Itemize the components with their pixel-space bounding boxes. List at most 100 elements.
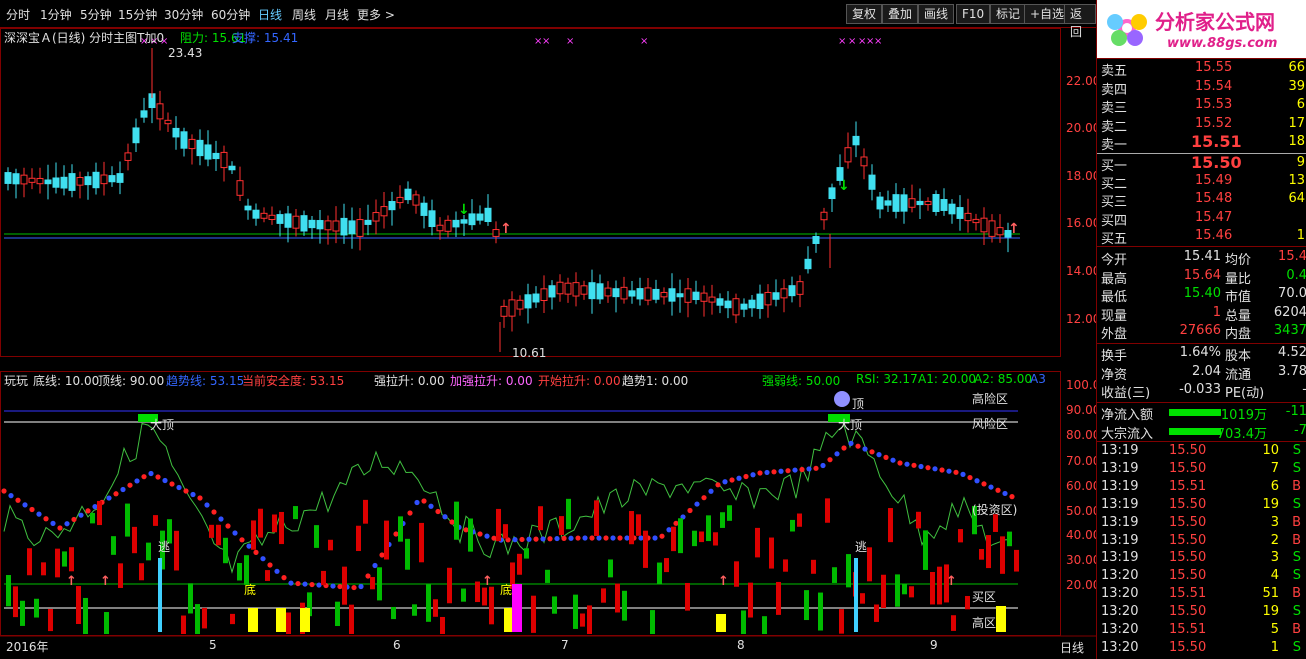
candle-body: [804, 258, 812, 270]
trend-dot: [568, 535, 574, 541]
tick-row[interactable]: 13:20 15.50 4 S: [1097, 568, 1306, 586]
big-top-label: 大顶: [838, 418, 863, 432]
trend-dot: [687, 507, 693, 514]
histogram-bar: [734, 561, 739, 587]
candle-body: [788, 285, 796, 297]
tick-side: S: [1292, 604, 1301, 620]
signal-marker: ×: [542, 36, 550, 47]
trend-dot: [190, 491, 196, 498]
period-tab-week[interactable]: 周线: [292, 6, 316, 23]
mark-button[interactable]: 标记: [990, 4, 1027, 24]
bottom-label: 底: [500, 583, 513, 597]
signal-block: [276, 608, 286, 632]
buy-level-row[interactable]: 买五 15.46 1: [1097, 228, 1306, 247]
candle-body: [84, 176, 92, 186]
chart-area[interactable]: × × × × × × × × × × × × ↓ ↓ ↑ ↑ ↑ ↑ ↑ ↑ ↑ 深深宝Ａ(日线) 分时主图T加0 阻…: [0, 28, 1108, 659]
high-risk-zone-label: 高险区: [972, 392, 1009, 406]
tick-row[interactable]: 13:19 15.50 10 S: [1097, 443, 1306, 461]
tick-row[interactable]: 13:19 15.50 3 S: [1097, 550, 1306, 568]
buy-level-volume: 13: [1288, 173, 1305, 189]
a1-legend: A1: 20.00: [918, 372, 977, 386]
candle-body: [732, 298, 740, 316]
tick-row[interactable]: 13:19 15.50 2 B: [1097, 533, 1306, 551]
signal-block: [512, 584, 522, 632]
trend-dot: [435, 508, 441, 515]
tick-row[interactable]: 13:19 15.51 6 B: [1097, 479, 1306, 497]
buy-level-price: 15.47: [1195, 209, 1233, 225]
buy-level-row[interactable]: 买一 15.50 9: [1097, 153, 1306, 174]
buy-level-row[interactable]: 买三 15.48 64: [1097, 191, 1306, 210]
histogram-bar: [97, 500, 102, 526]
histogram-bar: [209, 524, 214, 538]
histogram-bar: [265, 570, 270, 581]
flow-label: 大宗流入: [1101, 426, 1154, 442]
sell-level-row[interactable]: 卖四 15.54 39: [1097, 79, 1306, 98]
tick-row[interactable]: 13:19 15.50 3 B: [1097, 515, 1306, 533]
buy-level-row[interactable]: 买二 15.49 13: [1097, 173, 1306, 192]
histogram-bar: [741, 610, 746, 634]
tick-row[interactable]: 13:20 15.51 5 B: [1097, 622, 1306, 640]
f10-button[interactable]: F10: [956, 4, 991, 24]
tick-row[interactable]: 13:20 15.51 51 B: [1097, 586, 1306, 604]
overlay-button[interactable]: 叠加: [882, 4, 919, 24]
trend-dot: [617, 535, 623, 541]
trend-dot: [267, 562, 273, 568]
back-button[interactable]: 返回: [1064, 4, 1096, 39]
tick-row[interactable]: 13:20 15.50 1 S: [1097, 640, 1306, 658]
period-tab-more[interactable]: 更多 >: [357, 6, 395, 23]
candle-body: [484, 207, 492, 223]
candle-body: [20, 174, 28, 185]
draw-line-button[interactable]: 画线: [918, 4, 955, 24]
candle-body: [44, 179, 52, 185]
sell-level-row[interactable]: 卖一 15.51 18: [1097, 132, 1306, 153]
histogram-bar: [454, 501, 459, 540]
histogram-bar: [594, 500, 599, 537]
tick-side: B: [1292, 532, 1301, 548]
candle-body: [436, 224, 444, 232]
trend-dot: [610, 535, 616, 541]
histogram-bar: [699, 531, 704, 543]
trend-dot: [57, 525, 63, 531]
candle-body: [956, 207, 964, 219]
period-tab-1min[interactable]: 1分钟: [40, 6, 72, 23]
candle-body: [316, 220, 324, 230]
candle-body: [668, 288, 676, 302]
candle-body: [404, 188, 412, 201]
period-tab-fenshi[interactable]: 分时: [6, 6, 30, 23]
sell-level-row[interactable]: 卖二 15.52 17: [1097, 116, 1306, 135]
a2-legend: A2: 85.00: [974, 372, 1033, 386]
period-tab-60min[interactable]: 60分钟: [211, 6, 250, 23]
sell-level-row[interactable]: 卖五 15.55 66: [1097, 60, 1306, 79]
histogram-bar: [979, 548, 984, 560]
histogram-bar: [790, 519, 795, 532]
restore-rights-button[interactable]: 复权: [846, 4, 883, 24]
period-tab-30min[interactable]: 30分钟: [164, 6, 203, 23]
trend-dot: [134, 478, 140, 484]
candle-body: [684, 288, 692, 303]
kline-chart-canvas[interactable]: × × × × × × × × × × × ×↓↓↑ ↑↑ ↑ ↑ ↑ ↑: [0, 28, 1096, 659]
histogram-bar: [426, 584, 431, 622]
trend-dot: [85, 508, 91, 514]
trend-dot: [813, 465, 819, 471]
trend-dot: [638, 535, 644, 541]
signal-arrow-icon: ↑: [500, 221, 512, 237]
tick-row[interactable]: 13:20 15.50 19 S: [1097, 604, 1306, 622]
face-icon: [834, 391, 850, 407]
buy-level-row[interactable]: 买四 15.47: [1097, 209, 1306, 229]
period-tab-day[interactable]: 日线: [258, 6, 282, 23]
tick-volume: 6: [1270, 478, 1279, 494]
histogram-bar: [195, 604, 200, 634]
sell-level-row[interactable]: 卖三 15.53 6: [1097, 97, 1306, 116]
price-low-annotation: 10.61: [512, 346, 547, 360]
period-tab-5min[interactable]: 5分钟: [80, 6, 112, 23]
flow-row: 净流入额 -1019万 -11: [1097, 404, 1306, 423]
tick-row[interactable]: 13:19 15.50 19 S: [1097, 497, 1306, 515]
histogram-bar: [769, 537, 774, 569]
period-tab-15min[interactable]: 15分钟: [118, 6, 157, 23]
trend-dot: [113, 491, 119, 497]
tick-row[interactable]: 13:19 15.50 7 S: [1097, 461, 1306, 479]
histogram-bar: [69, 547, 74, 572]
period-tab-month[interactable]: 月线: [325, 6, 349, 23]
histogram-bar: [587, 605, 592, 634]
a3-legend: A3: [1030, 372, 1046, 386]
